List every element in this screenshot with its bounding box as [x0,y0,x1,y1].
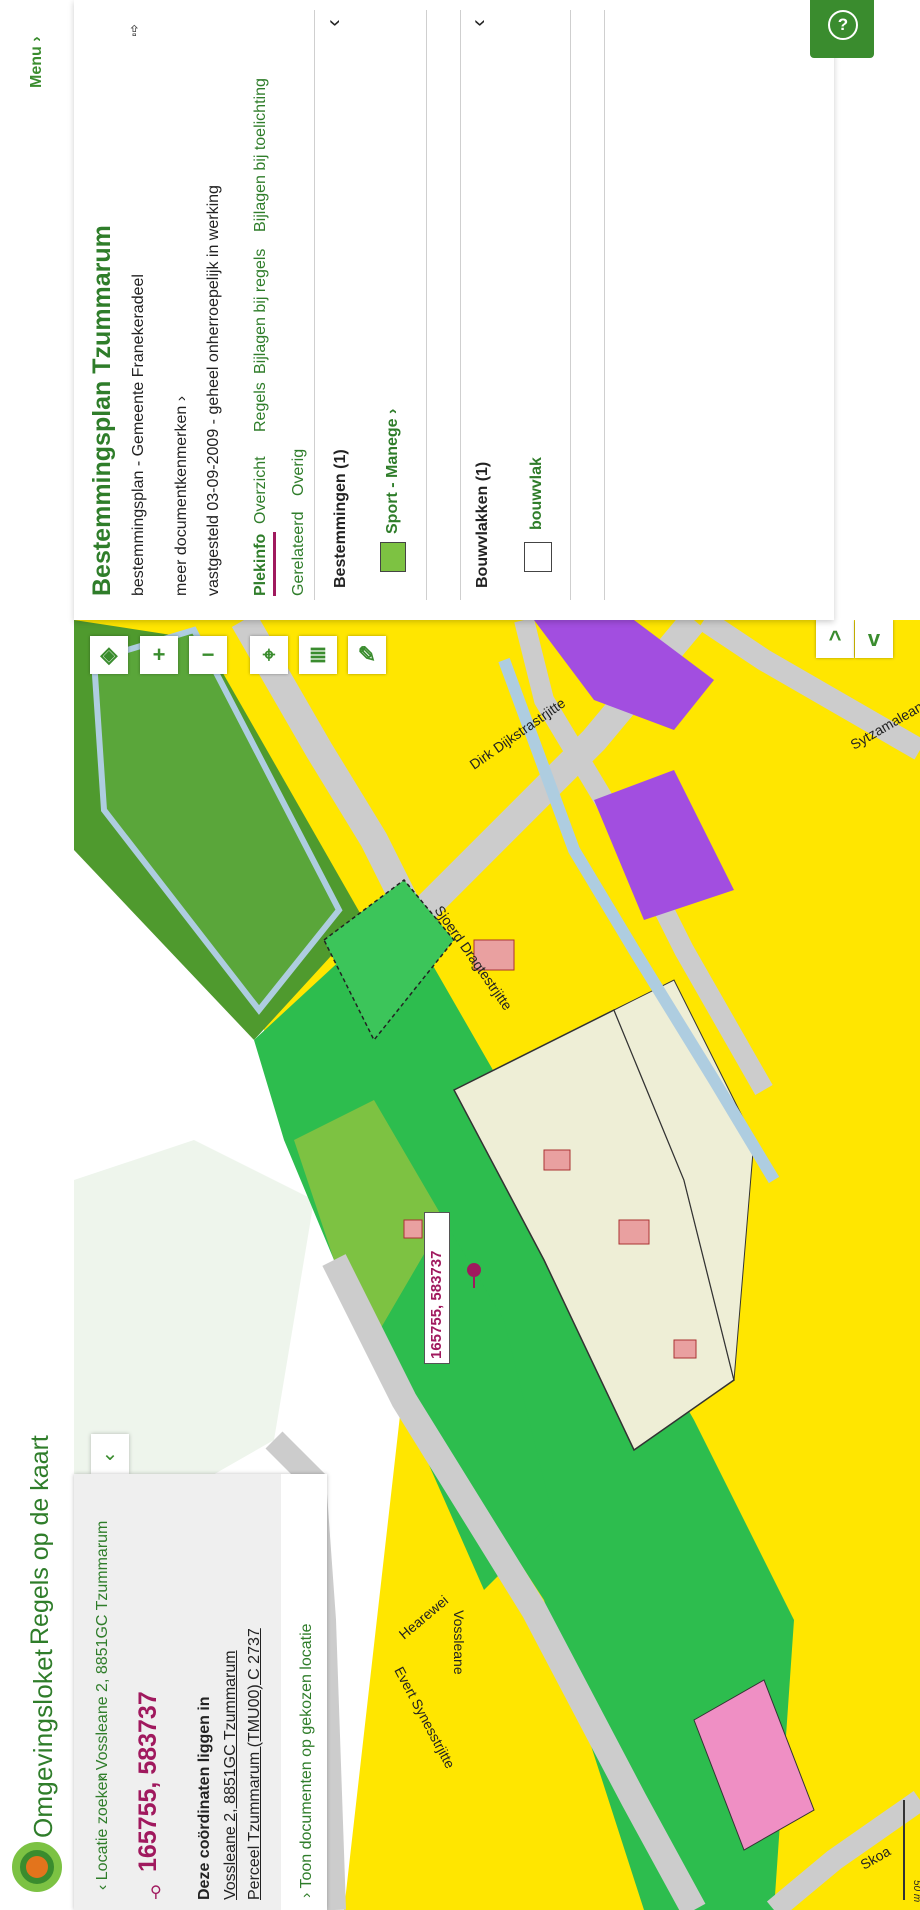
map-coordinate-label: 165755, 583737 [424,1212,450,1364]
divider [570,10,571,600]
address-link[interactable]: Vossleane 2, 8851GC Tzummarum [222,1650,240,1900]
chevron-up-icon: › [384,408,401,414]
tab-overzicht[interactable]: Overzicht [252,456,270,524]
breadcrumb-locatie-zoeken[interactable]: ‹ Locatie zoeken [94,1773,112,1890]
plan-title: Bestemmingsplan Tzummarum [88,225,116,596]
layers-icon: ◈ [100,642,118,667]
app-title: Regels op de kaart [26,1435,54,1645]
bouwvlak-link[interactable]: bouwvlak [528,457,546,530]
active-tab-indicator [273,532,276,596]
breadcrumb-address-label: Vossleane 2, 8851GC Tzummarum [94,1520,111,1771]
street-label-vossleane: Vossleane [451,1610,467,1675]
more-document-properties-label: meer documentkenmerken [173,405,190,596]
sport-manege-swatch [380,542,406,572]
pencil-icon: ✎ [357,642,377,667]
chevron-up-icon: ^ [828,626,842,651]
tab-gerelateerd[interactable]: Gerelateerd [290,512,308,597]
locate-button[interactable]: ⌖ [250,636,288,674]
plus-icon: + [152,642,166,667]
tab-bijlagen-toelichting[interactable]: Bijlagen bij toelichting [252,78,270,232]
chevron-down-icon: › [298,1888,315,1898]
location-pin-icon [467,1263,481,1277]
chevron-down-icon: v [867,626,881,651]
location-pin-icon: ⚲ [150,1884,162,1901]
draw-button[interactable]: ✎ [348,636,386,674]
breadcrumb-search-label: Locatie zoeken [94,1772,111,1881]
location-intro: Deze coördinaten liggen in [196,1696,213,1900]
show-documents-link[interactable]: › Toon documenten op gekozen locatie [298,1623,316,1898]
minus-icon: − [201,642,215,667]
pan-up-button[interactable]: ^ [816,620,854,658]
plan-status: vastgesteld 03-09-2009 - geheel onherroe… [205,185,222,596]
collapse-location-panel-button[interactable]: ⌄ [91,1434,129,1474]
help-button[interactable]: ? [810,0,874,58]
divider [604,10,605,600]
show-documents-label: Toon documenten op gekozen locatie [298,1623,315,1889]
legend-button[interactable]: ≣ [299,636,337,674]
omgevingsloket-logo[interactable] [12,1842,62,1892]
divider [460,10,461,600]
tab-bijlagen-regels[interactable]: Bijlagen bij regels [252,249,270,374]
tab-overig[interactable]: Overig [290,449,308,496]
menu-button[interactable]: Menu › [28,36,46,88]
list-icon: ≣ [308,642,328,667]
bestemmingen-heading: Bestemmingen (1) [332,449,349,588]
parcel-link[interactable]: Perceel Tzummarum (TMU00) C 2737 [246,1628,264,1900]
bouwvlak-swatch [524,542,552,572]
crosshair-icon: ⌖ [262,642,276,667]
chevron-down-icon: ⌄ [101,1443,119,1465]
tab-regels[interactable]: Regels [252,382,270,432]
scale-label: 50 m [911,1880,920,1902]
app-header: Omgevingsloket Regels op de kaart Menu › [0,0,75,1910]
location-coordinates: 165755, 583737 [134,1691,162,1872]
bouwvlakken-heading: Bouwvlakken (1) [474,461,491,588]
chevron-down-icon: › [28,36,45,42]
zoom-out-button[interactable]: − [189,636,227,674]
question-icon: ? [828,10,858,40]
more-document-properties[interactable]: meer documentkenmerken › [173,396,191,596]
zoom-in-button[interactable]: + [140,636,178,674]
chevron-left-icon: ‹ [94,1880,111,1890]
pan-down-button[interactable]: v [855,620,893,658]
share-icon[interactable]: ⇪ [128,22,142,40]
menu-label: Menu [28,46,45,88]
tab-plekinfo[interactable]: Plekinfo [252,534,270,596]
map-coordinate-text: 165755, 583737 [428,1250,445,1359]
divider [314,10,315,600]
chevron-left-icon[interactable]: ‹ [321,19,347,26]
breadcrumb-address[interactable]: ‹ Vossleane 2, 8851GC Tzummarum [94,1521,112,1780]
chevron-down-icon: › [173,395,190,402]
bestemming-sport-manege-link[interactable]: Sport - Manege › [384,409,402,534]
chevron-left-icon[interactable]: ‹ [466,19,492,26]
plan-subtitle: bestemmingsplan - Gemeente Franekeradeel [130,274,147,596]
chevron-left-icon: ‹ [94,1770,111,1780]
bestemming-item-label: Sport - Manege [384,418,401,534]
layers-button[interactable]: ◈ [90,636,128,674]
brand-name[interactable]: Omgevingsloket [28,1649,59,1838]
divider [426,10,427,600]
